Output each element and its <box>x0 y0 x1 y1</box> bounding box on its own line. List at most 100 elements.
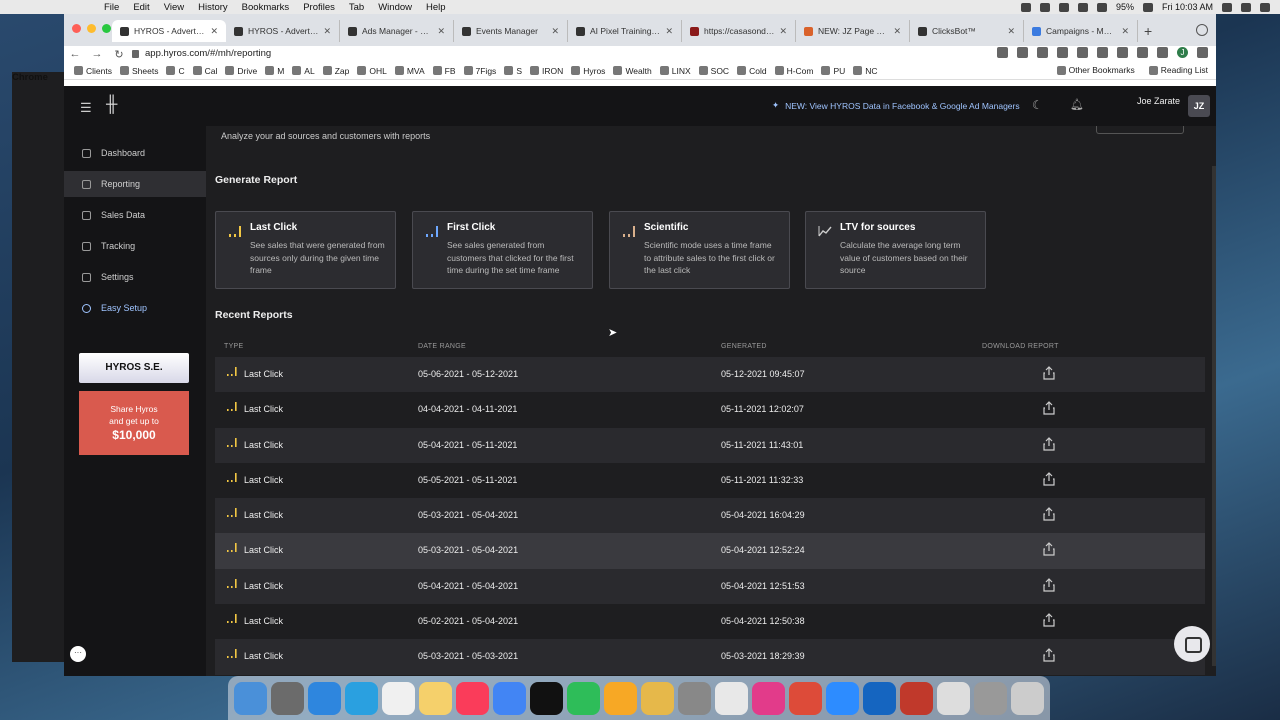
dock-app-icon[interactable] <box>567 681 600 715</box>
profile-avatar[interactable]: J <box>1177 47 1188 58</box>
dock-app-icon[interactable] <box>752 681 785 715</box>
hamburger-menu-icon[interactable]: ☰ <box>80 100 92 116</box>
download-icon[interactable] <box>1043 401 1055 415</box>
puzzle-icon[interactable] <box>1157 47 1168 58</box>
bookmark-item[interactable]: PU <box>821 66 845 76</box>
table-row[interactable]: Last Click 05-02-2021 - 05-04-2021 05-04… <box>215 604 1205 640</box>
download-icon[interactable] <box>1043 436 1055 451</box>
browser-tab[interactable]: https://casasonden ✕ <box>682 20 796 42</box>
menu-help[interactable]: Help <box>426 2 446 13</box>
bookmark-item[interactable]: Sheets <box>119 66 158 76</box>
bookmark-item[interactable]: Hyros <box>571 66 605 76</box>
hyros-se-banner[interactable]: HYROS S.E. <box>79 353 189 383</box>
bookmark-item[interactable]: FB <box>432 66 456 76</box>
bookmark-item[interactable]: S <box>504 66 522 76</box>
siri-icon[interactable] <box>1241 2 1251 12</box>
dock-app-icon[interactable] <box>937 681 970 715</box>
sidebar-item-tracking[interactable]: Tracking <box>64 233 206 259</box>
new-tab-button[interactable]: + <box>1144 23 1152 39</box>
report-type-card[interactable]: First Click See sales generated from cust… <box>412 211 593 289</box>
dock-app-icon[interactable] <box>789 681 822 715</box>
back-icon[interactable]: ← <box>64 48 86 60</box>
table-row[interactable]: Last Click 05-03-2021 - 05-04-2021 05-04… <box>215 498 1205 534</box>
dock-app-icon[interactable] <box>826 681 859 715</box>
download-icon[interactable] <box>1043 577 1055 592</box>
menu-edit[interactable]: Edit <box>133 2 149 13</box>
menu-history[interactable]: History <box>198 2 228 13</box>
menu-profiles[interactable]: Profiles <box>303 2 335 13</box>
bookmark-item[interactable]: Clients <box>74 66 112 76</box>
dock-app-icon[interactable] <box>308 681 341 715</box>
dock-app-icon[interactable] <box>456 681 489 715</box>
report-type-card[interactable]: Scientific Scientific mode uses a time fr… <box>609 211 790 289</box>
reading-list[interactable]: Reading List <box>1148 65 1208 75</box>
extension-icon[interactable] <box>1097 47 1108 58</box>
table-row[interactable]: Last Click 05-04-2021 - 05-04-2021 05-04… <box>215 568 1205 605</box>
download-icon[interactable] <box>1043 507 1055 521</box>
close-tab-icon[interactable]: ✕ <box>323 26 331 37</box>
menu-tab[interactable]: Tab <box>349 2 364 13</box>
zoom-window-button[interactable] <box>102 24 111 33</box>
table-row[interactable]: Last Click 05-03-2021 - 05-03-2021 05-03… <box>215 639 1205 675</box>
sidebar-item-reporting[interactable]: Reporting <box>64 171 206 197</box>
column-header-date-range[interactable]: DATE RANGE <box>418 343 466 350</box>
sidebar-item-dashboard[interactable]: Dashboard <box>64 140 206 166</box>
tray-app-icon[interactable] <box>1039 2 1050 12</box>
download-icon[interactable] <box>1043 613 1055 627</box>
bookmark-item[interactable]: H-Com <box>774 66 813 76</box>
browser-tab[interactable]: Campaigns - MVA | ✕ <box>1024 20 1138 42</box>
table-row[interactable]: Last Click 05-04-2021 - 05-11-2021 05-11… <box>215 427 1205 463</box>
close-tab-icon[interactable]: ✕ <box>210 26 218 37</box>
close-tab-icon[interactable]: ✕ <box>1121 26 1129 37</box>
user-name[interactable]: Joe Zarate <box>1137 96 1180 106</box>
bookmark-item[interactable]: M <box>265 66 284 76</box>
dock-app-icon[interactable] <box>271 681 304 715</box>
dock-app-icon[interactable] <box>900 681 933 715</box>
bookmark-item[interactable]: MVA <box>394 66 425 76</box>
dark-mode-toggle-icon[interactable]: ☾ <box>1032 98 1043 112</box>
extension-icon[interactable] <box>1137 47 1148 58</box>
dock-app-icon[interactable] <box>419 681 452 715</box>
bookmark-item[interactable]: Cal <box>192 66 217 76</box>
extension-icon[interactable] <box>1117 47 1128 58</box>
browser-tab[interactable]: ClicksBot™ ✕ <box>910 20 1024 42</box>
menu-bookmarks[interactable]: Bookmarks <box>242 2 290 13</box>
table-row[interactable]: Last Click 05-05-2021 - 05-11-2021 05-11… <box>215 462 1205 499</box>
menu-view[interactable]: View <box>164 2 184 13</box>
bluetooth-icon[interactable] <box>1077 2 1088 12</box>
dock-app-icon[interactable] <box>604 681 637 715</box>
bookmark-item[interactable]: OHL <box>357 66 387 76</box>
column-header-generated[interactable]: GENERATED <box>721 343 767 350</box>
dock-app-icon[interactable] <box>863 681 896 715</box>
download-icon[interactable] <box>1043 542 1055 557</box>
bookmark-item[interactable]: IRON <box>529 66 563 76</box>
bookmark-item[interactable]: Zap <box>322 66 349 76</box>
spotlight-search-icon[interactable] <box>1222 2 1232 12</box>
chat-support-icon[interactable] <box>1174 626 1210 662</box>
header-action-button[interactable] <box>1096 126 1184 134</box>
flag-icon[interactable] <box>1058 2 1069 12</box>
lock-icon[interactable] <box>132 49 139 58</box>
key-icon[interactable] <box>997 47 1008 58</box>
sidebar-item-sales-data[interactable]: Sales Data <box>64 202 206 228</box>
menu-file[interactable]: File <box>104 2 119 13</box>
download-icon[interactable] <box>1043 366 1055 380</box>
more-menu-icon[interactable] <box>1197 47 1208 58</box>
notification-center-icon[interactable] <box>1260 2 1270 12</box>
reload-icon[interactable]: ↻ <box>108 48 130 61</box>
browser-tab[interactable]: NEW: JZ Page FB L ✕ <box>796 20 910 42</box>
url-text[interactable]: app.hyros.com/#/mh/reporting <box>145 48 271 59</box>
browser-tab[interactable]: Events Manager ✕ <box>454 20 568 42</box>
close-tab-icon[interactable]: ✕ <box>665 26 673 37</box>
dock-app-icon[interactable] <box>715 681 748 715</box>
close-tab-icon[interactable]: ✕ <box>779 26 787 37</box>
extension-icon[interactable] <box>1077 47 1088 58</box>
dock-app-icon[interactable] <box>234 681 267 715</box>
bookmark-item[interactable]: C <box>166 66 185 76</box>
close-window-button[interactable] <box>72 24 81 33</box>
download-icon[interactable] <box>1043 648 1055 662</box>
dock-app-icon[interactable] <box>345 681 378 715</box>
browser-tab[interactable]: Ads Manager - Man ✕ <box>340 20 454 42</box>
extension-icon[interactable] <box>1037 47 1048 58</box>
bookmark-item[interactable]: 7Figs <box>463 66 496 76</box>
